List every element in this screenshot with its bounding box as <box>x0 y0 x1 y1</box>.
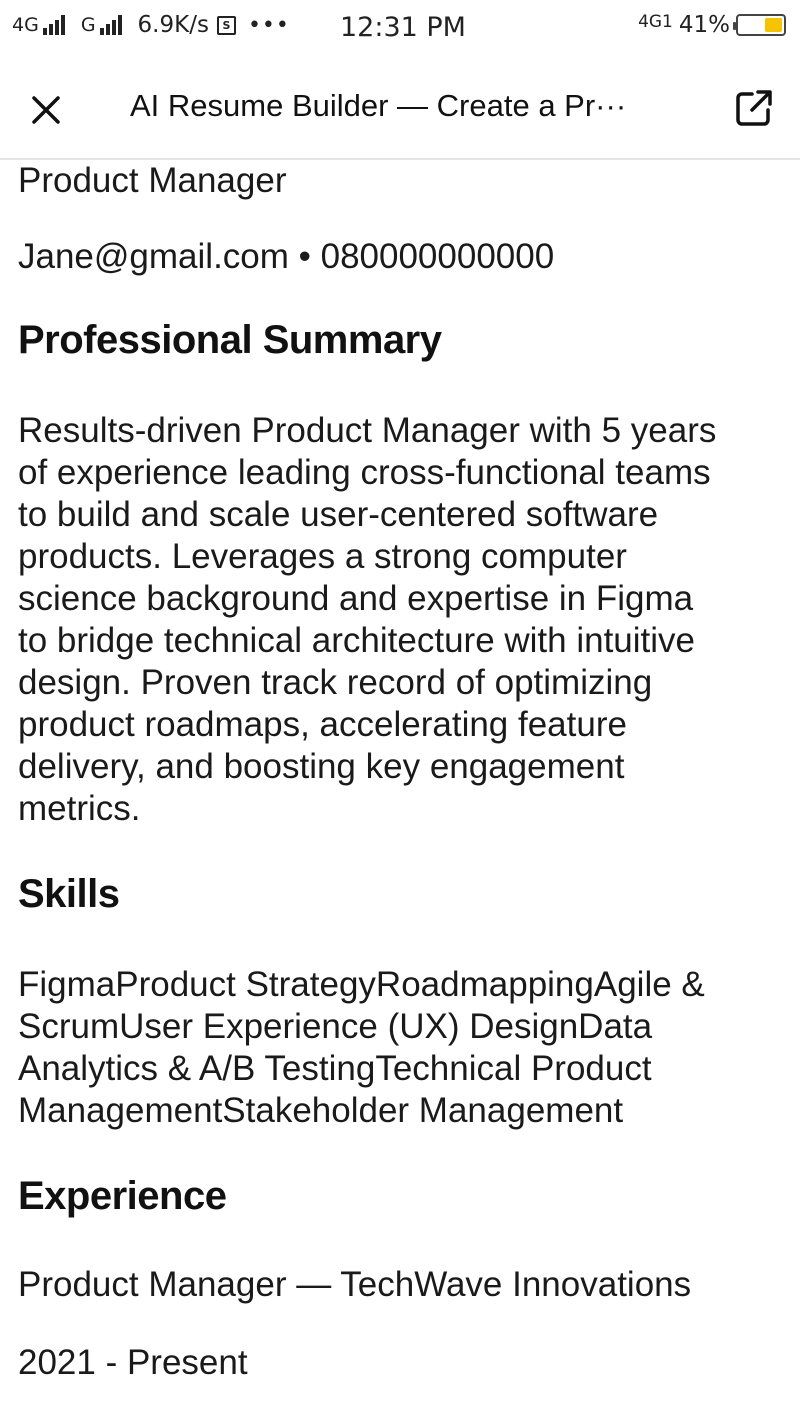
summary-line: Results-driven Product Manager with 5 ye… <box>18 411 717 450</box>
summary-heading: Professional Summary <box>18 318 442 362</box>
battery-fill <box>765 18 782 32</box>
summary-line: metrics. <box>18 789 141 828</box>
network-type-label: 4G <box>12 14 39 36</box>
skills-heading: Skills <box>18 872 120 916</box>
summary-line: to build and scale user-centered softwar… <box>18 495 659 534</box>
signal-bars-icon <box>99 15 124 35</box>
signal-bars-icon <box>42 15 67 35</box>
status-bar: 4G G 6.9K/s S ••• 12:31 PM 4G1 41% <box>0 0 800 56</box>
skills-line: FigmaProduct StrategyRoadmappingAgile & <box>18 965 705 1004</box>
open-external-button[interactable] <box>732 86 776 130</box>
summary-line: design. Proven track record of optimizin… <box>18 663 653 702</box>
summary-line: science background and expertise in Figm… <box>18 579 694 618</box>
summary-paragraph: Results-driven Product Manager with 5 ye… <box>18 410 778 830</box>
more-notifications-icon: ••• <box>247 12 290 38</box>
app-bar: AI Resume Builder — Create a Pr··· <box>0 56 800 160</box>
page-title: AI Resume Builder — Create a Pr··· <box>130 88 627 123</box>
close-button[interactable] <box>26 90 66 130</box>
summary-line: to bridge technical architecture with in… <box>18 621 696 660</box>
open-external-icon <box>736 90 772 126</box>
clock: 12:31 PM <box>340 12 466 43</box>
resume-role: Product Manager <box>18 161 287 200</box>
experience-heading: Experience <box>18 1174 227 1218</box>
summary-line: of experience leading cross-functional t… <box>18 453 711 492</box>
network-4g-icon: 4G1 <box>638 11 673 32</box>
close-icon <box>32 96 60 124</box>
summary-line: products. Leverages a strong computer <box>18 537 627 576</box>
network-type-label: G <box>80 14 96 36</box>
skills-line: Analytics & A/B TestingTechnical Product <box>18 1049 652 1088</box>
s-app-icon: S <box>216 15 236 35</box>
summary-line: product roadmaps, accelerating feature <box>18 705 627 744</box>
battery-icon <box>733 14 786 36</box>
cell-signal-2: G <box>81 14 124 36</box>
skills-line: ScrumUser Experience (UX) DesignData <box>18 1007 653 1046</box>
skills-paragraph: FigmaProduct StrategyRoadmappingAgile & … <box>18 964 778 1132</box>
status-left: 4G G 6.9K/s S ••• <box>12 12 290 38</box>
status-right: 4G1 41% <box>638 12 786 38</box>
battery-percent: 41% <box>678 12 730 38</box>
job-title: Product Manager — TechWave Innovations <box>18 1265 692 1304</box>
summary-line: delivery, and boosting key engagement <box>18 747 625 786</box>
skills-line: ManagementStakeholder Management <box>18 1091 624 1130</box>
cell-signal-1: 4G <box>12 14 67 36</box>
resume-contact: Jane@gmail.com • 080000000000 <box>18 237 555 276</box>
network-speed: 6.9K/s <box>137 12 209 38</box>
job-dates: 2021 - Present <box>18 1343 248 1382</box>
